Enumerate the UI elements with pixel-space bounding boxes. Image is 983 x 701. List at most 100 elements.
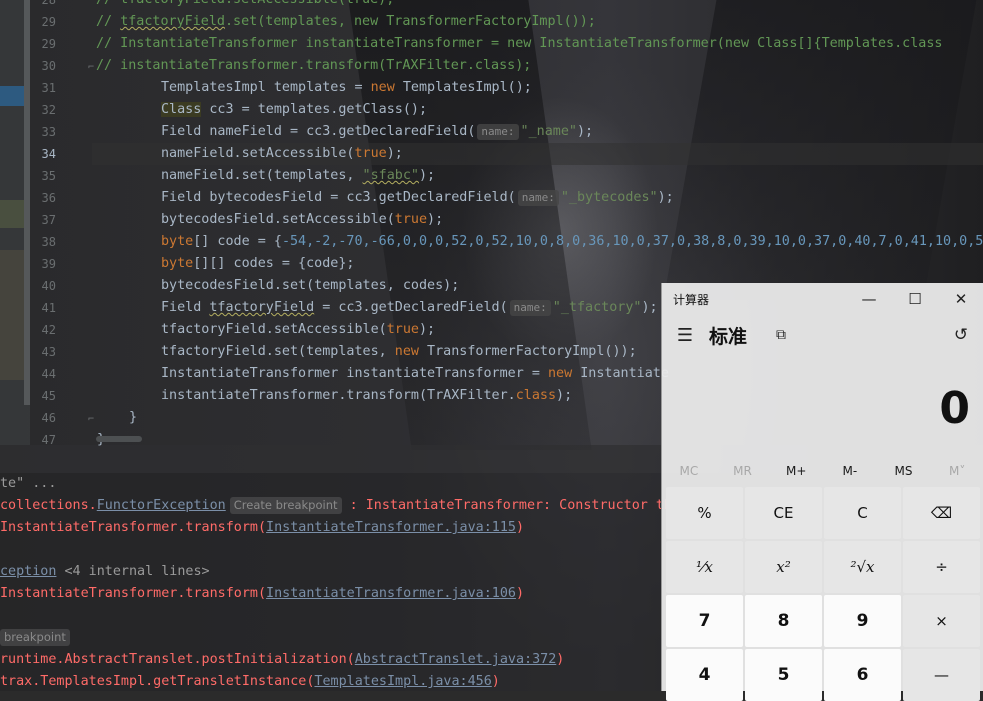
console-exception-link[interactable]: ception (0, 564, 56, 579)
code-text: TransformerFactoryImpl()); (418, 344, 637, 359)
console-source-link[interactable]: InstantiateTransformer.java:115 (266, 520, 516, 535)
code-text: ); (641, 300, 658, 315)
code-line[interactable]: Field bytecodesField = cc3.getDeclaredFi… (96, 187, 983, 209)
memory-store-button[interactable]: MS (877, 459, 931, 483)
code-line-current[interactable]: nameField.setAccessible(true); (92, 143, 983, 165)
code-text: = cc3.getDeclaredField( (314, 300, 508, 315)
calculator-keypad: % CE C ⌫ ¹⁄x x² ²√x ÷ 7 8 9 × 4 5 6 — (666, 487, 982, 701)
console-line: runtime.AbstractTranslet.postInitializat… (0, 649, 564, 671)
code-line[interactable]: Class cc3 = templates.getClass(); (96, 99, 983, 121)
console-error-text: ) (491, 674, 500, 689)
navigation-menu-button[interactable]: ☰ (670, 321, 700, 349)
code-line[interactable]: nameField.set(templates, "sfabc"); (96, 165, 983, 187)
code-line[interactable]: TemplatesImpl templates = new TemplatesI… (96, 77, 983, 99)
maximize-icon: ☐ (908, 290, 922, 308)
minimize-button[interactable]: — (846, 283, 892, 315)
code-text: ); (386, 146, 403, 161)
digit-9-button[interactable]: 9 (824, 595, 901, 647)
memory-recall-button[interactable]: MR (716, 459, 770, 483)
memory-list-button[interactable]: M˅ (930, 459, 983, 483)
editor-horizontal-scrollbar[interactable] (96, 436, 142, 442)
code-keyword: new (370, 80, 395, 95)
clear-entry-button[interactable]: CE (745, 487, 822, 539)
code-line[interactable]: // tfactoryField.setAccessible(true); (96, 0, 983, 11)
code-text: tfactoryField (209, 300, 315, 315)
code-text: ); (418, 168, 436, 183)
parameter-hint: name: (517, 190, 559, 206)
code-text: instantiateTransformer.transform(TrAXFil… (161, 388, 516, 403)
code-comment: .set(templates, new TransformerFactoryIm… (225, 14, 596, 29)
console-line: trax.TemplatesImpl.getTransletInstance(T… (0, 671, 500, 693)
create-breakpoint-button[interactable]: Create breakpoint (229, 497, 342, 514)
calculator-display: 0 (939, 383, 970, 434)
code-keyword: class (515, 388, 557, 403)
backspace-button[interactable]: ⌫ (903, 487, 980, 539)
editor-vertical-scrollbar[interactable] (24, 0, 30, 405)
console-error-text: : InstantiateTransformer: Constructor th (341, 498, 673, 513)
code-line[interactable]: // instantiateTransformer.transform(TrAX… (96, 55, 983, 77)
memory-subtract-button[interactable]: M- (823, 459, 877, 483)
code-text: ); (427, 212, 444, 227)
divide-button[interactable]: ÷ (903, 541, 980, 593)
square-root-label: ²√x (850, 558, 875, 576)
console-line: InstantiateTransformer.transform(Instant… (0, 583, 524, 605)
square-root-button[interactable]: ²√x (824, 541, 901, 593)
code-string: "_tfactory" (552, 300, 642, 315)
code-text: cc3 = templates.getClass(); (201, 102, 428, 117)
calculator-header: ☰ 标准 ⧉ ↺ (662, 315, 983, 355)
console-line: te" ... (0, 476, 57, 491)
code-text: Field (161, 300, 210, 315)
code-string: "_bytecodes" (560, 190, 658, 205)
close-icon: ✕ (954, 290, 968, 308)
minimize-icon: — (861, 290, 877, 308)
code-text: tfactoryField.setAccessible( (161, 322, 387, 337)
console-error-text: InstantiateTransformer.transform( (0, 586, 267, 601)
console-line: collections.FunctorException Create break… (0, 495, 672, 517)
code-text: Instantiate (572, 366, 669, 381)
code-line[interactable]: // tfactoryField.set(templates, new Tran… (96, 11, 983, 33)
internal-lines-toggle[interactable]: <4 internal lines> (56, 564, 209, 579)
code-text: InstantiateTransformer instantiateTransf… (161, 366, 548, 381)
square-button[interactable]: x² (745, 541, 822, 593)
code-text: [][] codes = {code}; (193, 256, 355, 271)
backspace-icon: ⌫ (930, 504, 953, 522)
console-source-link[interactable]: TemplatesImpl.java:456 (314, 674, 491, 689)
code-line[interactable]: byte[] code = {-54,-2,-70,-66,0,0,0,52,0… (96, 231, 983, 253)
close-button[interactable]: ✕ (938, 283, 983, 315)
subtract-button[interactable]: — (903, 649, 980, 701)
code-keyword: new (394, 344, 419, 359)
keep-on-top-button[interactable]: ⧉ (766, 321, 796, 349)
console-error-text: ) (515, 520, 525, 535)
console-exception-link[interactable]: FunctorException (97, 498, 226, 513)
reciprocal-button[interactable]: ¹⁄x (666, 541, 743, 593)
memory-add-button[interactable]: M+ (769, 459, 823, 483)
console-source-link[interactable]: InstantiateTransformer.java:106 (266, 586, 516, 601)
digit-5-button[interactable]: 5 (745, 649, 822, 701)
code-line[interactable]: Field nameField = cc3.getDeclaredField(n… (96, 121, 983, 143)
multiply-button[interactable]: × (903, 595, 980, 647)
code-keyword: byte (161, 234, 194, 249)
percent-button[interactable]: % (666, 487, 743, 539)
code-string: "_name" (520, 124, 577, 139)
clear-button[interactable]: C (824, 487, 901, 539)
digit-7-button[interactable]: 7 (666, 595, 743, 647)
code-line[interactable]: // InstantiateTransformer instantiateTra… (96, 33, 983, 55)
history-button[interactable]: ↺ (946, 321, 976, 349)
console-error-text: ) (556, 652, 565, 667)
code-line[interactable]: bytecodesField.setAccessible(true); (96, 209, 983, 231)
memory-clear-button[interactable]: MC (662, 459, 716, 483)
console-error-text: InstantiateTransformer.transform( (0, 520, 267, 535)
code-line[interactable]: byte[][] codes = {code}; (96, 253, 983, 275)
parameter-hint: name: (509, 300, 551, 316)
console-source-link[interactable]: AbstractTranslet.java:372 (355, 652, 557, 667)
maximize-button[interactable]: ☐ (892, 283, 938, 315)
code-text: nameField.setAccessible( (161, 146, 355, 161)
console-line: breakpoint (0, 627, 70, 649)
digit-4-button[interactable]: 4 (666, 649, 743, 701)
editor-gutter (0, 0, 92, 445)
calculator-titlebar[interactable]: 计算器 — ☐ ✕ (662, 283, 983, 315)
digit-6-button[interactable]: 6 (824, 649, 901, 701)
create-breakpoint-button[interactable]: breakpoint (0, 629, 70, 646)
digit-8-button[interactable]: 8 (745, 595, 822, 647)
calculator-window: 计算器 — ☐ ✕ ☰ 标准 ⧉ ↺ 0 MC MR M+ M- MS M˅ %… (661, 283, 983, 701)
